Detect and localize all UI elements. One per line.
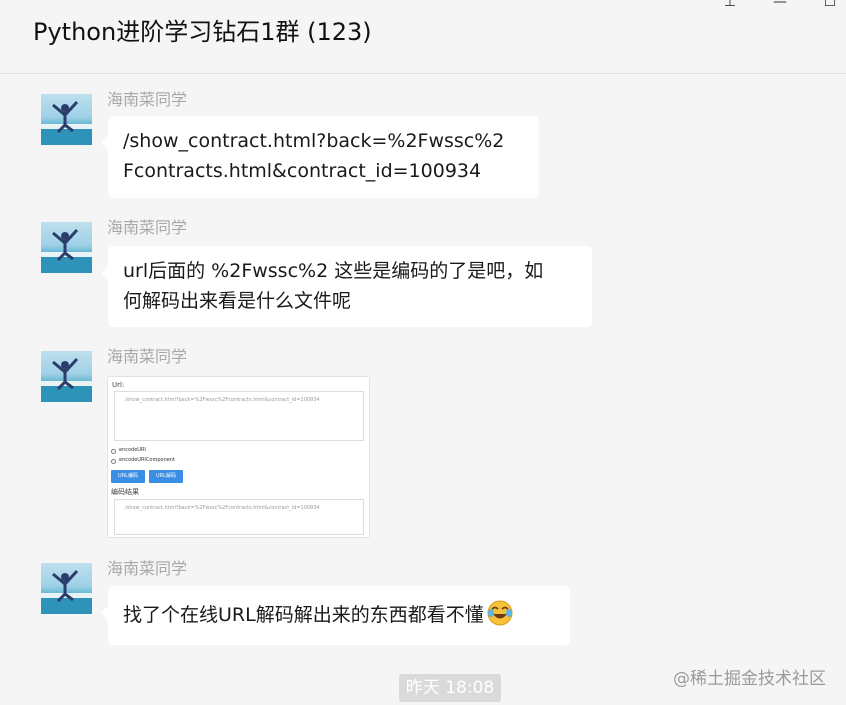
avatar[interactable] (41, 222, 92, 273)
sender-name: 海南菜同学 (107, 218, 188, 237)
avatar[interactable] (41, 94, 92, 145)
minimize-icon[interactable]: — (770, 0, 790, 12)
image-decode-button: URL解码 (149, 470, 183, 483)
image-option: encodeURIComponent (119, 457, 175, 463)
image-output-text: /show_contract.html?back=%2Fwssc%2Fcontr… (125, 505, 320, 511)
avatar[interactable] (41, 563, 92, 614)
message-bubble[interactable]: url后面的 %2Fwssc%2 这些是编码的了是吧，如 何解码出来看是什么文件… (101, 246, 592, 327)
avatar-person-icon (41, 228, 92, 273)
avatar-person-icon (41, 357, 92, 402)
timestamp-badge: 昨天 18:08 (399, 674, 501, 702)
sender-name: 海南菜同学 (107, 347, 188, 366)
crying-laughing-emoji-icon (487, 600, 513, 626)
avatar-person-icon (41, 569, 92, 614)
sender-name: 海南菜同学 (107, 90, 188, 109)
message-line: 何解码出来看是什么文件呢 (123, 290, 352, 312)
image-option: encodeURI (119, 447, 146, 453)
image-result-label: 编码结果 (111, 488, 139, 496)
sender-name: 海南菜同学 (107, 559, 188, 578)
message-bubble[interactable]: 找了个在线URL解码解出来的东西都看不懂 (101, 586, 570, 645)
message-text: 找了个在线URL解码解出来的东西都看不懂 (123, 604, 484, 626)
message-line: Fcontracts.html&contract_id=100934 (123, 160, 482, 182)
image-message[interactable]: Url: /show_contract.html?back=%2Fwssc%2F… (107, 376, 370, 538)
message-line: /show_contract.html?back=%2Fwssc%2 (123, 130, 505, 152)
image-input-text: /show_contract.html?back=%2Fwssc%2Fcontr… (125, 397, 320, 403)
image-output-box: /show_contract.html?back=%2Fwssc%2Fcontr… (114, 499, 364, 535)
message-line: url后面的 %2Fwssc%2 这些是编码的了是吧，如 (123, 260, 544, 282)
pin-icon[interactable]: ⊥ (720, 0, 740, 12)
chat-header: Python进阶学习钻石1群 (123) ⊥ — ☐ (0, 0, 846, 74)
maximize-icon[interactable]: ☐ (820, 0, 840, 12)
image-url-label: Url: (112, 381, 125, 389)
avatar[interactable] (41, 351, 92, 402)
radio-icon (111, 449, 116, 454)
message-bubble[interactable]: /show_contract.html?back=%2Fwssc%2 Fcont… (101, 116, 539, 198)
watermark: @稀土掘金技术社区 (673, 669, 826, 689)
radio-icon (111, 459, 116, 464)
image-input-box: /show_contract.html?back=%2Fwssc%2Fcontr… (114, 391, 364, 441)
chat-title: Python进阶学习钻石1群 (123) (33, 18, 372, 46)
image-encode-button: URL编码 (111, 470, 145, 483)
avatar-person-icon (41, 100, 92, 145)
